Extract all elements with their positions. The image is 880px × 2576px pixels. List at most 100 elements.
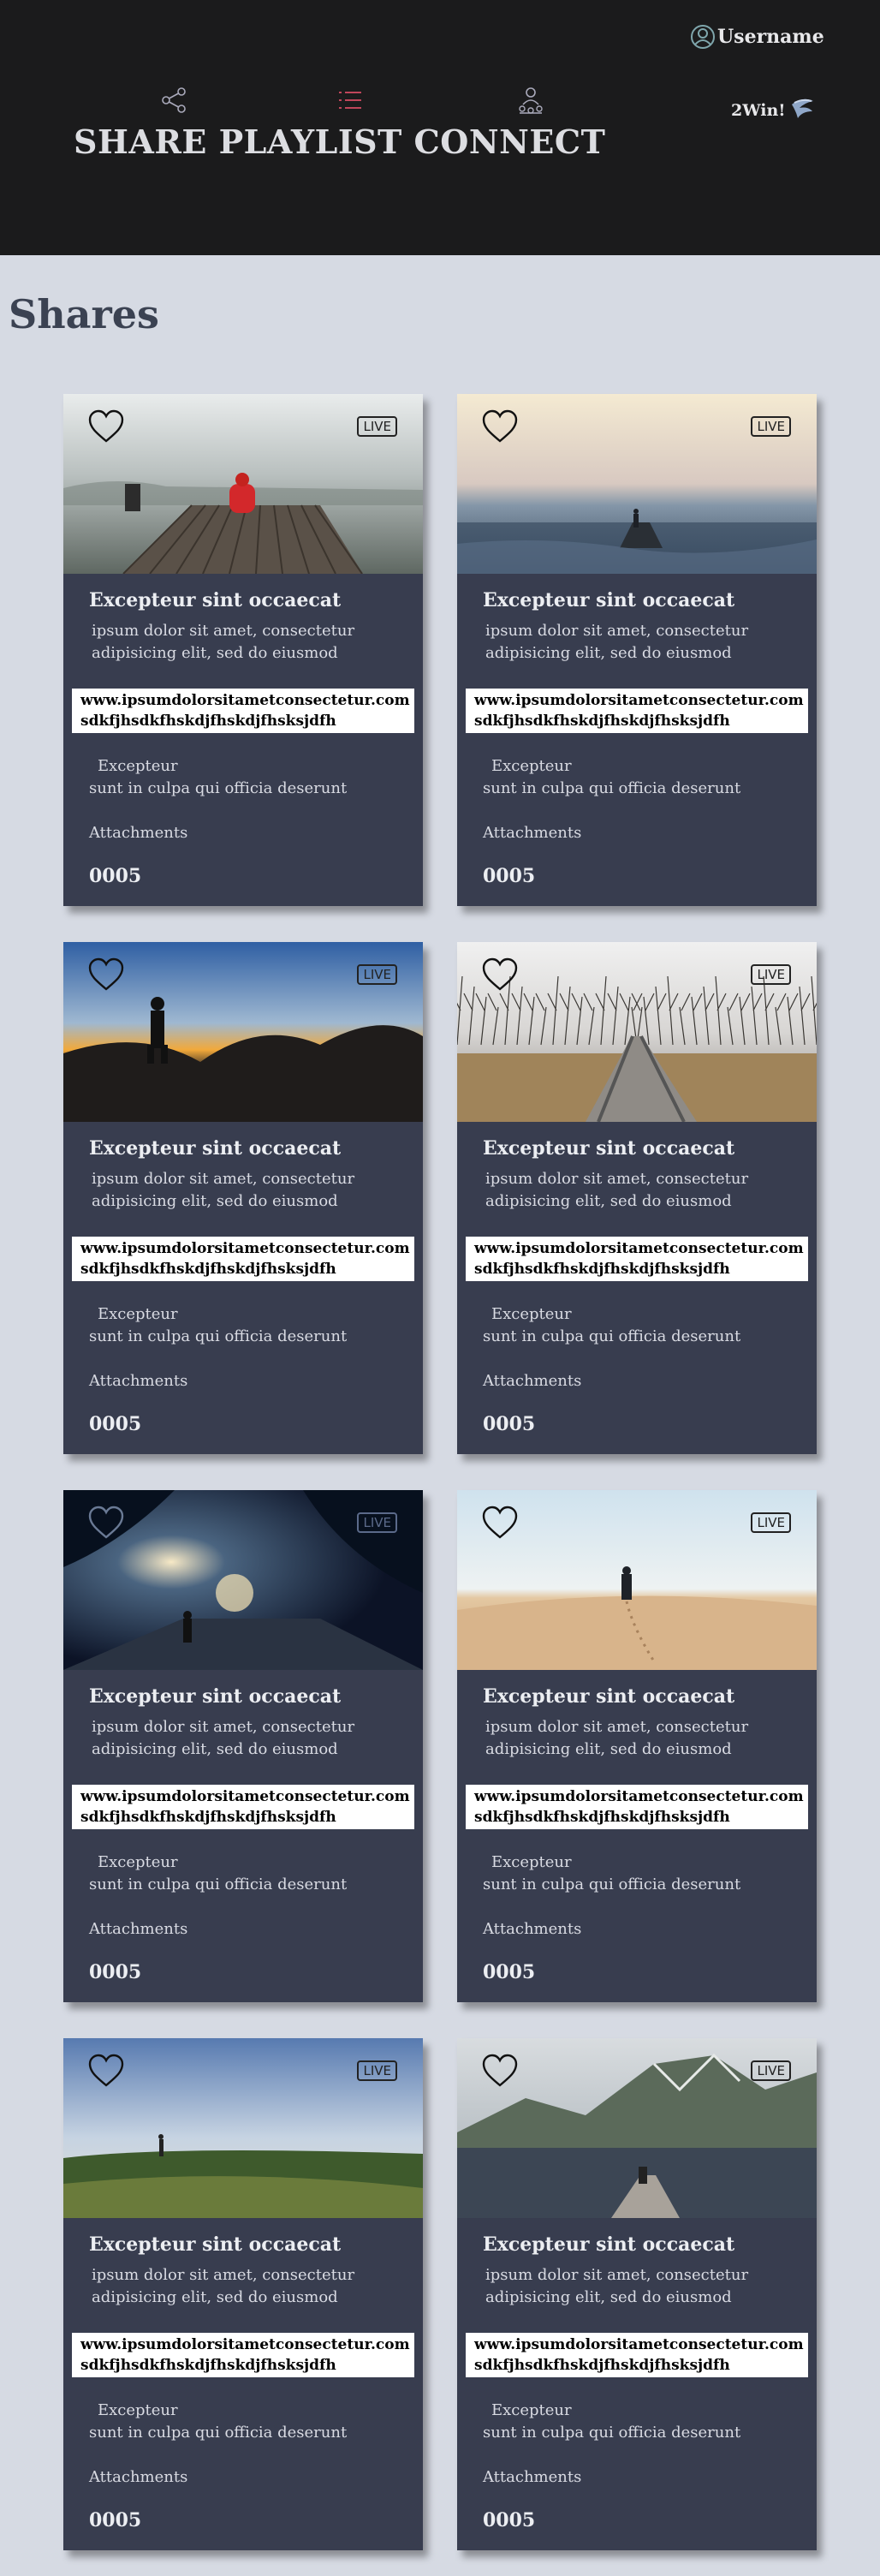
card-title: Excepteur sint occaecat: [483, 589, 735, 611]
card-title: Excepteur sint occaecat: [89, 1685, 342, 1708]
user-menu[interactable]: Username: [690, 24, 824, 50]
card-subtitle: Excepteur: [98, 1853, 178, 1871]
card-link[interactable]: www.ipsumdolorsitametconsectetur.com sdk…: [466, 1785, 808, 1829]
attachments-link[interactable]: Attachments: [483, 2468, 581, 2486]
heart-icon[interactable]: [481, 2054, 519, 2088]
share-card[interactable]: LIVE Excepteur sint occaecat ipsum dolor…: [457, 942, 817, 1454]
card-image[interactable]: LIVE: [457, 2038, 817, 2218]
card-image[interactable]: LIVE: [63, 2038, 423, 2218]
wave-logo-icon: [791, 98, 813, 118]
live-badge: LIVE: [751, 2060, 791, 2081]
card-subtitle: Excepteur: [98, 1305, 178, 1323]
share-card[interactable]: LIVE Excepteur sint occaecat ipsum dolor…: [63, 1490, 423, 2002]
username-label: Username: [717, 26, 824, 48]
share-card[interactable]: LIVE Excepteur sint occaecat ipsum dolor…: [457, 1490, 817, 2002]
card-description: ipsum dolor sit amet, consectetur adipis…: [92, 2266, 355, 2306]
card-image[interactable]: LIVE: [63, 394, 423, 574]
live-badge: LIVE: [357, 1512, 397, 1533]
live-badge: LIVE: [751, 416, 791, 437]
card-subtitle: Excepteur: [98, 2401, 178, 2419]
attachments-link[interactable]: Attachments: [89, 1372, 187, 1390]
section-title: Shares: [9, 291, 159, 337]
user-icon: [691, 25, 715, 49]
share-card[interactable]: LIVE Excepteur sint occaecat ipsum dolor…: [457, 2038, 817, 2550]
card-subtitle: Excepteur: [491, 2401, 572, 2419]
card-count: 0005: [89, 1413, 142, 1435]
card-title: Excepteur sint occaecat: [483, 1137, 735, 1160]
card-count: 0005: [89, 2509, 142, 2531]
card-description: ipsum dolor sit amet, consectetur adipis…: [92, 622, 355, 662]
card-description: ipsum dolor sit amet, consectetur adipis…: [485, 2266, 749, 2306]
live-badge: LIVE: [751, 964, 791, 985]
brand-title[interactable]: SHARE PLAYLIST CONNECT: [74, 122, 605, 161]
heart-icon[interactable]: [87, 957, 125, 992]
live-badge: LIVE: [357, 964, 397, 985]
card-subtitle: Excepteur: [491, 757, 572, 775]
heart-icon[interactable]: [481, 957, 519, 992]
card-description: ipsum dolor sit amet, consectetur adipis…: [485, 1718, 749, 1758]
list-icon[interactable]: [336, 86, 365, 115]
card-caption: sunt in culpa qui officia deserunt: [483, 1327, 741, 1345]
card-count: 0005: [483, 1961, 536, 1983]
card-link[interactable]: www.ipsumdolorsitametconsectetur.com sdk…: [72, 1785, 414, 1829]
live-badge: LIVE: [357, 416, 397, 437]
card-title: Excepteur sint occaecat: [89, 2233, 342, 2256]
share-card[interactable]: LIVE Excepteur sint occaecat ipsum dolor…: [63, 942, 423, 1454]
card-link[interactable]: www.ipsumdolorsitametconsectetur.com sdk…: [72, 1237, 414, 1281]
card-link[interactable]: www.ipsumdolorsitametconsectetur.com sdk…: [466, 2333, 808, 2377]
heart-icon[interactable]: [87, 409, 125, 444]
heart-icon[interactable]: [481, 409, 519, 444]
card-count: 0005: [89, 865, 142, 887]
live-badge: LIVE: [357, 2060, 397, 2081]
attachments-link[interactable]: Attachments: [89, 2468, 187, 2486]
win-badge[interactable]: 2Win!: [731, 96, 815, 125]
connect-icon[interactable]: [516, 86, 545, 115]
share-card[interactable]: LIVE Excepteur sint occaecat ipsum dolor…: [63, 2038, 423, 2550]
heart-icon[interactable]: [87, 1506, 125, 1540]
card-description: ipsum dolor sit amet, consectetur adipis…: [92, 1170, 355, 1210]
share-icon[interactable]: [159, 86, 188, 115]
card-caption: sunt in culpa qui officia deserunt: [483, 2424, 741, 2442]
card-count: 0005: [483, 2509, 536, 2531]
card-link[interactable]: www.ipsumdolorsitametconsectetur.com sdk…: [466, 689, 808, 733]
card-link[interactable]: www.ipsumdolorsitametconsectetur.com sdk…: [466, 1237, 808, 1281]
card-image[interactable]: LIVE: [457, 1490, 817, 1670]
card-title: Excepteur sint occaecat: [483, 1685, 735, 1708]
card-description: ipsum dolor sit amet, consectetur adipis…: [485, 1170, 749, 1210]
card-caption: sunt in culpa qui officia deserunt: [483, 1875, 741, 1893]
card-link[interactable]: www.ipsumdolorsitametconsectetur.com sdk…: [72, 2333, 414, 2377]
card-count: 0005: [483, 865, 536, 887]
card-caption: sunt in culpa qui officia deserunt: [483, 779, 741, 797]
top-header: Username SHARE PLAYLIST CONNECT 2Win!: [0, 0, 880, 255]
card-description: ipsum dolor sit amet, consectetur adipis…: [92, 1718, 355, 1758]
card-description: ipsum dolor sit amet, consectetur adipis…: [485, 622, 749, 662]
card-image[interactable]: LIVE: [457, 394, 817, 574]
heart-icon[interactable]: [87, 2054, 125, 2088]
card-title: Excepteur sint occaecat: [483, 2233, 735, 2256]
card-title: Excepteur sint occaecat: [89, 1137, 342, 1160]
card-subtitle: Excepteur: [491, 1305, 572, 1323]
card-title: Excepteur sint occaecat: [89, 589, 342, 611]
card-caption: sunt in culpa qui officia deserunt: [89, 779, 348, 797]
attachments-link[interactable]: Attachments: [483, 1372, 581, 1390]
share-card[interactable]: LIVE Excepteur sint occaecat ipsum dolor…: [63, 394, 423, 906]
attachments-link[interactable]: Attachments: [483, 824, 581, 842]
card-image[interactable]: LIVE: [63, 1490, 423, 1670]
card-caption: sunt in culpa qui officia deserunt: [89, 1875, 348, 1893]
card-count: 0005: [483, 1413, 536, 1435]
card-link[interactable]: www.ipsumdolorsitametconsectetur.com sdk…: [72, 689, 414, 733]
attachments-link[interactable]: Attachments: [89, 824, 187, 842]
win-label: 2Win!: [731, 101, 786, 120]
card-image[interactable]: LIVE: [457, 942, 817, 1122]
share-card[interactable]: LIVE Excepteur sint occaecat ipsum dolor…: [457, 394, 817, 906]
attachments-link[interactable]: Attachments: [483, 1920, 581, 1938]
attachments-link[interactable]: Attachments: [89, 1920, 187, 1938]
card-caption: sunt in culpa qui officia deserunt: [89, 2424, 348, 2442]
heart-icon[interactable]: [481, 1506, 519, 1540]
live-badge: LIVE: [751, 1512, 791, 1533]
card-caption: sunt in culpa qui officia deserunt: [89, 1327, 348, 1345]
card-subtitle: Excepteur: [98, 757, 178, 775]
card-image[interactable]: LIVE: [63, 942, 423, 1122]
card-count: 0005: [89, 1961, 142, 1983]
card-subtitle: Excepteur: [491, 1853, 572, 1871]
